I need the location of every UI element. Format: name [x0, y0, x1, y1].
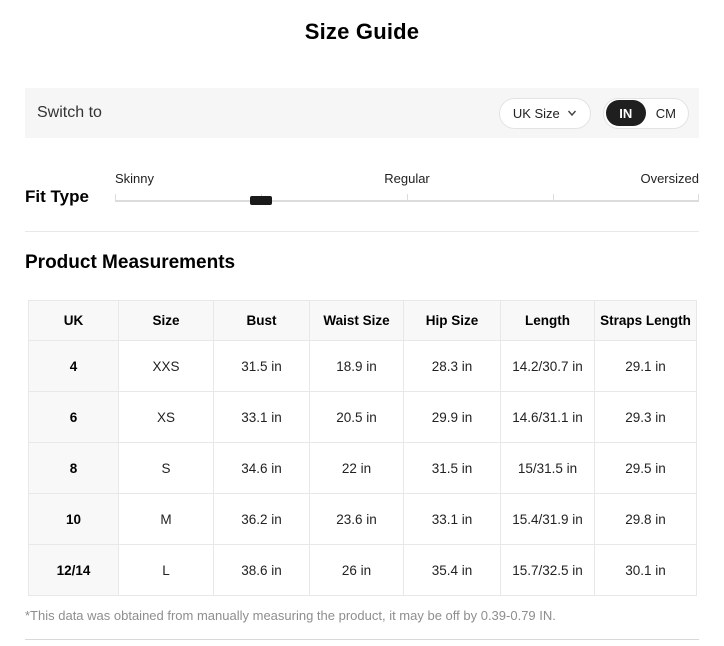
measurement-cell: 36.2 in	[213, 493, 310, 545]
measurement-cell: XS	[118, 391, 214, 443]
measurement-cell: 14.6/31.1 in	[500, 391, 595, 443]
measurement-cell: 38.6 in	[213, 544, 310, 596]
unit-option-cm[interactable]: CM	[646, 100, 686, 126]
size-guide-dialog: Size Guide Switch to UK Size IN CM Fit T…	[0, 0, 724, 646]
slider-tick	[407, 194, 408, 202]
measurement-cell: 29.9 in	[403, 391, 501, 443]
measurement-cell: 35.4 in	[403, 544, 501, 596]
column-header: Waist Size	[309, 300, 404, 341]
fit-type-options: Skinny Regular Oversized	[115, 168, 699, 186]
column-header: Straps Length	[594, 300, 697, 341]
slider-tick	[553, 194, 554, 202]
measurement-cell: 15/31.5 in	[500, 442, 595, 494]
table-header-row: UK Size Bust Waist Size Hip Size Length Straps…	[28, 300, 697, 341]
slider-tick	[115, 194, 116, 202]
uk-size-cell: 4	[28, 340, 119, 392]
product-measurements-heading: Product Measurements	[25, 252, 236, 273]
column-header: UK	[28, 300, 119, 341]
fit-type-slider: Skinny Regular Oversized	[115, 168, 699, 209]
slider-tick	[698, 194, 699, 202]
column-header: Size	[118, 300, 214, 341]
measurement-cell: L	[118, 544, 214, 596]
measurement-cell: 29.1 in	[594, 340, 697, 392]
column-header: Length	[500, 300, 595, 341]
uk-size-cell: 10	[28, 493, 119, 545]
measurement-cell: 33.1 in	[213, 391, 310, 443]
section-divider	[25, 231, 699, 232]
size-table: UK Size Bust Waist Size Hip Size Length Straps…	[28, 300, 697, 596]
table-row: 12/14 L 38.6 in 26 in 35.4 in 15.7/32.5 in 30.…	[28, 544, 697, 596]
measurement-cell: 15.7/32.5 in	[500, 544, 595, 596]
switch-to-label: Switch to	[37, 104, 102, 121]
measurement-cell: 29.3 in	[594, 391, 697, 443]
uk-size-cell: 12/14	[28, 544, 119, 596]
measurement-cell: 30.1 in	[594, 544, 697, 596]
column-header: Bust	[213, 300, 310, 341]
uk-size-cell: 8	[28, 442, 119, 494]
switch-bar: Switch to UK Size IN CM	[25, 88, 699, 138]
measurement-cell: 15.4/31.9 in	[500, 493, 595, 545]
measurement-cell: 26 in	[309, 544, 404, 596]
measurement-cell: 20.5 in	[309, 391, 404, 443]
measurement-cell: M	[118, 493, 214, 545]
fit-type-track[interactable]	[115, 191, 699, 205]
unit-option-in[interactable]: IN	[605, 100, 646, 126]
fit-type-section: Fit Type Skinny Regular Oversized	[25, 168, 699, 209]
measurement-cell: 31.5 in	[213, 340, 310, 392]
page-title: Size Guide	[304, 19, 420, 44]
measurement-cell: 34.6 in	[213, 442, 310, 494]
fit-option-skinny: Skinny	[115, 171, 155, 186]
fit-option-oversized: Oversized	[640, 171, 699, 186]
table-row: 4 XXS 31.5 in 18.9 in 28.3 in 14.2/30.7 in 29.…	[28, 340, 697, 392]
unit-toggle: IN CM	[602, 97, 689, 129]
fit-type-label: Fit Type	[25, 187, 89, 206]
measurement-disclaimer: *This data was obtained from manually me…	[25, 608, 556, 623]
measurement-cell: 29.5 in	[594, 442, 697, 494]
size-standard-value: UK Size	[512, 105, 560, 121]
size-standard-dropdown[interactable]: UK Size	[498, 97, 591, 129]
chevron-down-icon	[567, 108, 577, 118]
column-header: Hip Size	[403, 300, 501, 341]
measurement-cell: 28.3 in	[403, 340, 501, 392]
measurement-cell: 31.5 in	[403, 442, 501, 494]
uk-size-cell: 6	[28, 391, 119, 443]
measurement-cell: S	[118, 442, 214, 494]
measurement-cell: 29.8 in	[594, 493, 697, 545]
measurement-cell: 18.9 in	[309, 340, 404, 392]
measurement-cell: 23.6 in	[309, 493, 404, 545]
table-row: 8 S 34.6 in 22 in 31.5 in 15/31.5 in 29.5 in	[28, 442, 697, 494]
measurement-cell: XXS	[118, 340, 214, 392]
table-row: 6 XS 33.1 in 20.5 in 29.9 in 14.6/31.1 in 29.3…	[28, 391, 697, 443]
measurement-cell: 14.2/30.7 in	[500, 340, 595, 392]
fit-option-regular: Regular	[384, 171, 430, 186]
measurement-cell: 22 in	[309, 442, 404, 494]
table-row: 10 M 36.2 in 23.6 in 33.1 in 15.4/31.9 in 29.8…	[28, 493, 697, 545]
measurement-cell: 33.1 in	[403, 493, 501, 545]
bottom-divider	[25, 639, 699, 640]
slider-handle[interactable]	[250, 196, 272, 205]
